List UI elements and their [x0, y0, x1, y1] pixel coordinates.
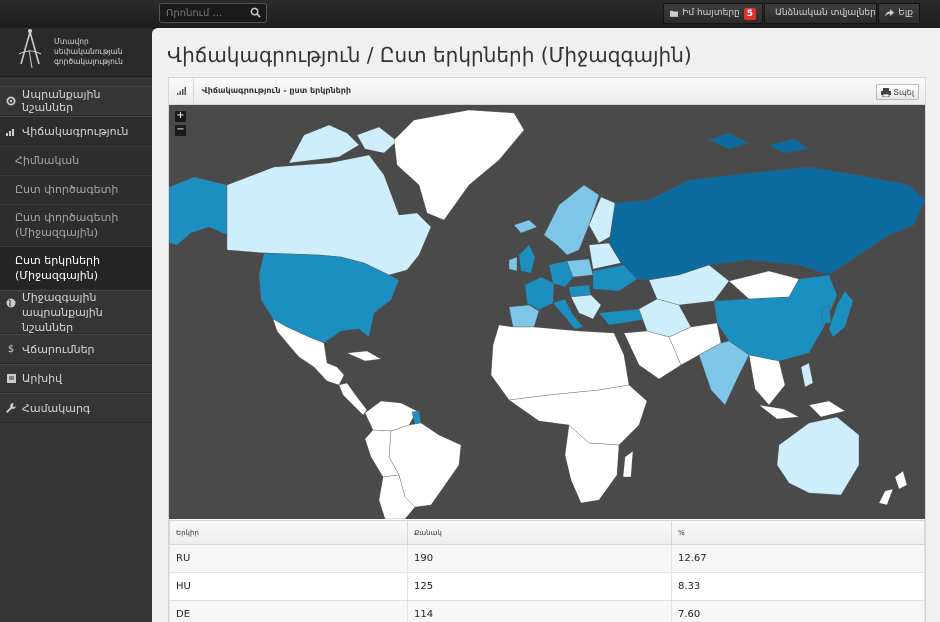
- sidebar-nav: Ապրանքային նշաններ Վիճակագրություն Հիմնա…: [0, 86, 152, 423]
- sidebar-item-payments[interactable]: $ Վճարումներ: [0, 334, 152, 364]
- signal-bars-icon: [176, 87, 186, 95]
- country-greenland[interactable]: [393, 109, 525, 221]
- account-label: Անձնական տվյալներ: [775, 8, 876, 18]
- country-scandinavia[interactable]: [543, 184, 600, 256]
- country-mongolia[interactable]: [728, 270, 800, 300]
- globe-icon: [6, 298, 16, 308]
- cell-percent: 12.67: [671, 544, 925, 573]
- search-icon[interactable]: [250, 7, 261, 18]
- cell-country: RU: [169, 544, 408, 573]
- country-madagascar[interactable]: [622, 450, 634, 478]
- sidebar-item-system[interactable]: Համակարգ: [0, 393, 152, 423]
- sidebar-subitem-general[interactable]: Հիմնական: [0, 146, 152, 175]
- country-cuba[interactable]: [346, 350, 382, 362]
- wrench-icon: [6, 403, 16, 413]
- country-spain[interactable]: [508, 304, 540, 328]
- logout-button[interactable]: Ելք: [878, 3, 920, 24]
- country-central-america[interactable]: [338, 382, 368, 416]
- page-title: Վիճակագրություն / Ըստ երկրների (Միջազգայ…: [167, 43, 692, 67]
- sidebar-item-label: Ըստ երկրների (Միջազգային): [15, 254, 101, 282]
- share-arrow-icon: [885, 9, 895, 17]
- world-map-canvas[interactable]: [169, 105, 925, 519]
- panel-header: Վիճակագրություն - ըստ երկրների Տպել: [169, 78, 925, 105]
- logo-line: գործակալություն: [54, 57, 123, 66]
- top-bar: Իմ հայտերը 5 Անձնական տվյալներ Ելք: [0, 0, 940, 29]
- country-russia[interactable]: [608, 166, 925, 281]
- logout-label: Ելք: [898, 8, 913, 18]
- gear-icon: [6, 96, 16, 106]
- print-label: Տպել: [893, 87, 914, 97]
- sidebar-item-label: Հիմնական: [15, 154, 80, 167]
- sidebar-subitem-by-expert[interactable]: Ըստ փործագետի: [0, 175, 152, 204]
- main-content: Վիճակագրություն / Ըստ երկրների (Միջազգայ…: [152, 28, 940, 622]
- account-button[interactable]: Անձնական տվյալներ: [764, 3, 877, 24]
- country-uk[interactable]: [518, 244, 536, 274]
- sidebar-item-label: Ըստ փործագետի: [15, 183, 119, 196]
- cell-count: 125: [407, 572, 672, 601]
- table-row: HU 125 8.33: [169, 572, 925, 601]
- panel-title: Վիճակագրություն - ըստ երկրների: [202, 86, 352, 95]
- my-requests-button[interactable]: Իմ հայտերը 5: [663, 3, 763, 24]
- search-input[interactable]: [166, 6, 242, 20]
- agency-logo: Մտավոր սեփականության գործակալություն: [0, 28, 152, 77]
- sidebar-item-label: Ըստ փործագետի (Միջազգային): [15, 211, 119, 239]
- country-canada-arctic[interactable]: [288, 124, 398, 164]
- archive-icon: [6, 374, 16, 383]
- folder-icon: [670, 10, 679, 17]
- country-southeast-asia[interactable]: [748, 354, 786, 406]
- cell-country: DE: [169, 600, 408, 622]
- search-box: [159, 3, 267, 23]
- country-philippines[interactable]: [800, 362, 814, 388]
- cell-percent: 8.33: [671, 572, 925, 601]
- country-new-zealand[interactable]: [878, 470, 908, 506]
- map-zoom-in-button[interactable]: +: [175, 111, 186, 122]
- sidebar-item-label: Վճարումներ: [22, 342, 95, 356]
- sidebar-item-statistics[interactable]: Վիճակագրություն: [0, 116, 152, 146]
- sidebar: Մտավոր սեփականության գործակալություն Ապր…: [0, 28, 152, 622]
- table-row: DE 114 7.60: [169, 600, 925, 622]
- table-header-row: Երկիր Քանակ %: [169, 520, 925, 545]
- logo-line: Մտավոր: [54, 37, 89, 46]
- sidebar-item-label: Արխիվ: [22, 372, 63, 385]
- cell-count: 114: [407, 600, 672, 622]
- world-map[interactable]: + −: [169, 105, 925, 519]
- sidebar-item-label: Համակարգ: [22, 401, 91, 415]
- table-row: RU 190 12.67: [169, 544, 925, 573]
- column-header-percent[interactable]: %: [671, 520, 925, 545]
- country-ireland[interactable]: [508, 256, 518, 272]
- bar-chart-icon: [6, 128, 14, 136]
- sidebar-item-international-trademarks[interactable]: Միջազգային ապրանքային նշաններ: [0, 290, 152, 334]
- country-russia-islands[interactable]: [708, 132, 810, 154]
- requests-count-badge: 5: [743, 7, 756, 20]
- country-indonesia[interactable]: [758, 400, 846, 420]
- country-iceland[interactable]: [513, 219, 538, 234]
- logo-text: Մտավոր սեփականության գործակալություն: [54, 37, 123, 67]
- cell-percent: 7.60: [671, 600, 925, 622]
- print-button[interactable]: Տպել: [876, 84, 919, 100]
- sidebar-item-label: Ապրանքային նշաններ: [22, 88, 101, 114]
- column-header-count[interactable]: Քանակ: [407, 520, 672, 545]
- country-australia[interactable]: [776, 416, 860, 496]
- cell-count: 190: [407, 544, 672, 573]
- logo-line: սեփականության: [54, 47, 123, 56]
- printer-icon: [881, 87, 892, 97]
- sidebar-item-label: Վիճակագրություն: [22, 124, 129, 138]
- sidebar-item-trademarks[interactable]: Ապրանքային նշաններ: [0, 86, 152, 116]
- country-stats-table: Երկիր Քանակ % RU 190 12.67 HU 125 8.33 D…: [169, 520, 925, 622]
- dollar-icon: $: [7, 343, 15, 355]
- sidebar-subitem-by-country-international[interactable]: Ըստ երկրների (Միջազգային): [0, 246, 152, 290]
- statistics-panel: Վիճակագրություն - ըստ երկրների Տպել + − …: [168, 77, 926, 622]
- country-guyana[interactable]: [411, 410, 422, 426]
- compass-logo-icon: [18, 29, 42, 68]
- cell-country: HU: [169, 572, 408, 601]
- country-alaska[interactable]: [169, 176, 228, 246]
- my-requests-label: Իմ հայտերը: [682, 8, 740, 18]
- country-balkans[interactable]: [570, 294, 602, 320]
- sidebar-subitem-by-expert-international[interactable]: Ըստ փործագետի (Միջազգային): [0, 204, 152, 246]
- map-zoom-out-button[interactable]: −: [175, 125, 186, 136]
- sidebar-item-archive[interactable]: Արխիվ: [0, 364, 152, 393]
- column-header-country[interactable]: Երկիր: [169, 520, 408, 545]
- sidebar-item-label: Միջազգային ապրանքային նշաններ: [22, 290, 103, 334]
